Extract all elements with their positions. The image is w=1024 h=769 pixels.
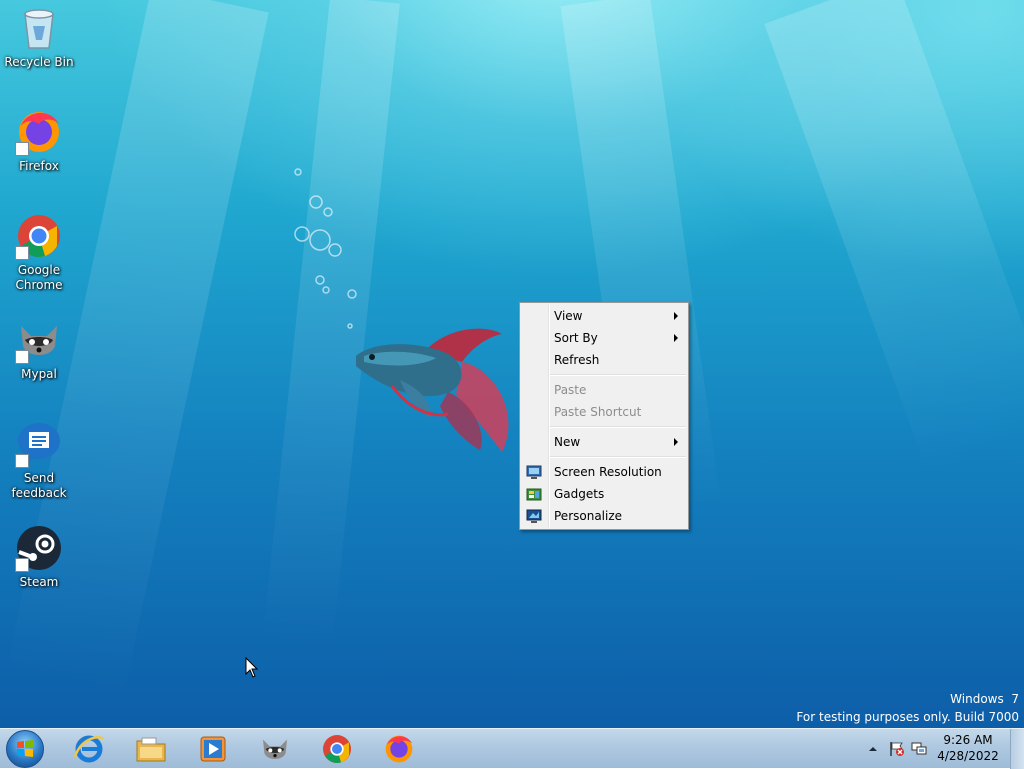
desktop-icon-firefox[interactable]: Firefox [1, 108, 77, 174]
desktop-icon-label: Send feedback [11, 471, 67, 500]
recycle-bin-icon [24, 9, 54, 49]
clock-date: 4/28/2022 [937, 749, 999, 763]
desktop-icon-label: Recycle Bin [4, 55, 74, 69]
watermark-os: Windows 7 [950, 692, 1019, 706]
menu-item-refresh[interactable]: Refresh [520, 349, 688, 371]
system-tray: 9:26 AM 4/28/2022 [854, 729, 1024, 769]
submenu-arrow-icon [674, 312, 678, 320]
firefox-icon [385, 735, 413, 763]
screen-resolution-icon [526, 465, 542, 479]
desktop-context-menu: View Sort By Refresh Paste Paste Shortcu… [519, 302, 689, 530]
menu-item-label: Screen Resolution [554, 465, 662, 479]
taskbar-clock[interactable]: 9:26 AM 4/28/2022 [936, 732, 1000, 764]
menu-item-paste: Paste [520, 379, 688, 401]
desktop-icon-label: Firefox [19, 159, 59, 173]
menu-item-label: Personalize [554, 509, 623, 523]
menu-item-label: View [554, 309, 583, 323]
taskbar-internet-explorer[interactable] [66, 731, 112, 767]
action-center-flag-icon[interactable] [888, 740, 906, 758]
desktop-icon-send-feedback[interactable]: Send feedback [1, 420, 77, 501]
taskbar-chrome[interactable] [314, 731, 360, 767]
desktop-icon-steam[interactable]: Steam [1, 524, 77, 590]
menu-item-personalize[interactable]: Personalize [520, 505, 688, 527]
menu-item-sort-by[interactable]: Sort By [520, 327, 688, 349]
shortcut-arrow-icon [15, 246, 29, 260]
windows-logo-icon [17, 740, 33, 757]
taskbar-firefox[interactable] [376, 731, 422, 767]
menu-separator [550, 426, 686, 428]
internet-explorer-icon [73, 735, 105, 763]
shortcut-arrow-icon [15, 558, 29, 572]
file-explorer-icon [136, 737, 166, 762]
gadgets-icon [526, 488, 542, 501]
submenu-arrow-icon [674, 438, 678, 446]
bubbles [294, 168, 357, 329]
taskbar-file-explorer[interactable] [128, 731, 174, 767]
menu-item-label: Paste [554, 383, 587, 397]
menu-separator [550, 374, 686, 376]
show-hidden-icons-icon[interactable] [868, 744, 878, 754]
taskbar-media-player[interactable] [190, 731, 236, 767]
shortcut-arrow-icon [15, 142, 29, 156]
menu-item-screen-resolution[interactable]: Screen Resolution [520, 461, 688, 483]
start-button[interactable] [6, 730, 44, 768]
menu-item-label: New [554, 435, 581, 449]
mouse-cursor-icon [245, 657, 259, 678]
menu-separator [550, 456, 686, 458]
menu-item-view[interactable]: View [520, 305, 688, 327]
media-player-icon [200, 736, 226, 762]
taskbar-mypal[interactable] [252, 731, 298, 767]
desktop-icon-label: Mypal [21, 367, 57, 381]
desktop-icon-label: Google Chrome [15, 263, 63, 292]
mypal-icon [263, 739, 287, 759]
clock-time: 9:26 AM [943, 733, 993, 747]
desktop-icon-label: Steam [19, 575, 59, 589]
windows-watermark: Windows 7 For testing purposes only. Bui… [796, 690, 1019, 726]
desktop-icon-google-chrome[interactable]: Google Chrome [1, 212, 77, 293]
network-icon[interactable] [910, 740, 928, 758]
light-ray [764, 0, 1024, 475]
personalize-icon [526, 509, 542, 523]
submenu-arrow-icon [674, 334, 678, 342]
desktop-icon-recycle-bin[interactable]: Recycle Bin [1, 4, 77, 70]
show-desktop-button[interactable] [1010, 729, 1024, 769]
fish-image [356, 328, 509, 452]
shortcut-arrow-icon [15, 350, 29, 364]
menu-item-label: Refresh [554, 353, 600, 367]
menu-item-label: Gadgets [554, 487, 605, 501]
menu-item-label: Sort By [554, 331, 598, 345]
menu-item-new[interactable]: New [520, 431, 688, 453]
desktop-icon-mypal[interactable]: Mypal [1, 316, 77, 382]
shortcut-arrow-icon [15, 454, 29, 468]
taskbar: 9:26 AM 4/28/2022 [0, 728, 1024, 769]
menu-item-paste-shortcut: Paste Shortcut [520, 401, 688, 423]
menu-item-label: Paste Shortcut [554, 405, 642, 419]
chrome-icon [323, 735, 351, 763]
menu-item-gadgets[interactable]: Gadgets [520, 483, 688, 505]
desktop[interactable]: Recycle Bin Firefox Google Chrome Mypal … [0, 0, 1024, 728]
watermark-build: For testing purposes only. Build 7000 [796, 710, 1019, 724]
